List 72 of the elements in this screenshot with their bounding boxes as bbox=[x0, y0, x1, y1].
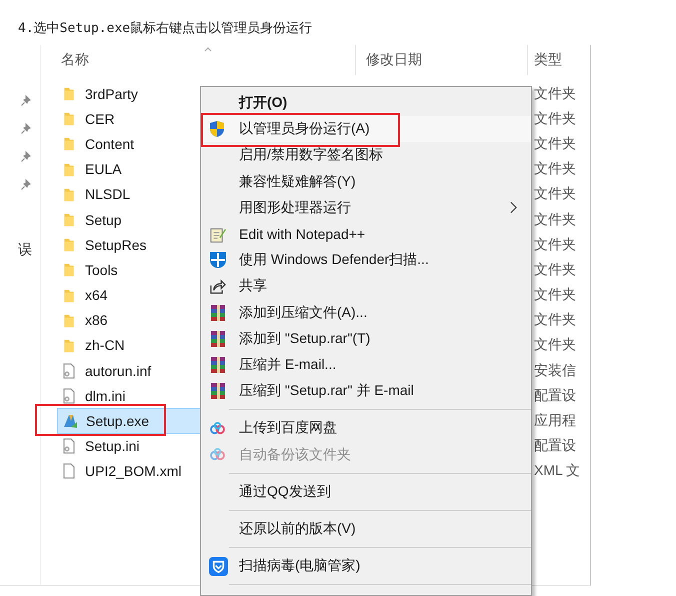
menu-item[interactable]: 用图形处理器运行 bbox=[201, 194, 531, 221]
file-name: 3rdParty bbox=[85, 86, 138, 102]
menu-item[interactable]: 添加到 "Setup.rar"(T) bbox=[201, 326, 531, 352]
menu-item[interactable]: 兼容性疑难解答(Y) bbox=[201, 168, 531, 195]
file-type: 配置设 bbox=[534, 386, 576, 403]
pin-icon[interactable] bbox=[20, 95, 32, 107]
file-name: zh-CN bbox=[85, 337, 125, 354]
file-name: Tools bbox=[85, 262, 118, 278]
file-name: Setup.exe bbox=[86, 413, 150, 430]
file-name: UPI2_BOM.xml bbox=[85, 463, 182, 480]
file-type: 文件夹 bbox=[534, 311, 576, 328]
pin-icon[interactable] bbox=[20, 151, 32, 163]
menu-item[interactable]: 打开(O) bbox=[201, 90, 531, 116]
app-icon bbox=[62, 413, 78, 430]
menu-item[interactable]: 共享 bbox=[201, 273, 531, 300]
file-type: 文件夹 bbox=[534, 236, 576, 252]
file-type: 配置设 bbox=[534, 437, 576, 454]
pin-icon[interactable] bbox=[20, 123, 32, 135]
settings-file-icon bbox=[61, 438, 77, 454]
file-type: 文件夹 bbox=[534, 160, 576, 176]
file-name: Content bbox=[85, 136, 134, 152]
file-name: dlm.ini bbox=[85, 388, 126, 404]
books-stack-icon bbox=[209, 330, 227, 348]
cloud-icon bbox=[209, 422, 226, 435]
file-name: x64 bbox=[85, 287, 108, 304]
books-stack-icon bbox=[209, 356, 227, 374]
share-icon bbox=[209, 278, 226, 295]
column-header[interactable]: 类型 bbox=[534, 51, 562, 69]
file-type: 文件夹 bbox=[534, 260, 576, 277]
file-type: 文件夹 bbox=[534, 84, 576, 101]
file-name: Setup.ini bbox=[85, 438, 140, 454]
notepad-icon bbox=[209, 226, 226, 243]
file-name: Setup bbox=[85, 212, 122, 228]
shield-icon bbox=[209, 556, 228, 576]
menu-item[interactable]: 启用/禁用数字签名图标 bbox=[201, 142, 531, 169]
file-type: 文件夹 bbox=[534, 134, 576, 151]
settings-file-icon bbox=[61, 388, 77, 404]
file-type: XML 文 bbox=[534, 462, 580, 478]
menu-item[interactable]: 压缩到 "Setup.rar" 并 E-mail bbox=[201, 378, 531, 404]
file-type: 安装信 bbox=[534, 362, 576, 378]
sort-caret-icon bbox=[204, 47, 212, 52]
pin-icon[interactable] bbox=[20, 179, 32, 191]
column-header[interactable]: 修改日期 bbox=[366, 51, 422, 69]
file-icon bbox=[61, 463, 77, 480]
shield-icon bbox=[209, 251, 227, 270]
shield-icon bbox=[209, 120, 225, 138]
menu-item[interactable]: 添加到压缩文件(A)... bbox=[201, 300, 531, 326]
file-type: 文件夹 bbox=[534, 336, 576, 352]
books-stack-icon bbox=[209, 382, 227, 400]
file-name: SetupRes bbox=[85, 236, 146, 253]
file-name: EULA bbox=[85, 161, 122, 178]
file-name: CER bbox=[85, 110, 115, 127]
step-caption: 4.选中Setup.exe鼠标右键点击以管理员身份运行 bbox=[17, 20, 314, 38]
file-name: autorun.inf bbox=[85, 362, 152, 379]
file-type: 应用程 bbox=[534, 412, 576, 428]
file-type: 文件夹 bbox=[534, 210, 576, 227]
column-header[interactable]: 名称 bbox=[61, 51, 89, 69]
cloud-icon bbox=[209, 448, 226, 462]
menu-item[interactable]: Edit with Notepad++ bbox=[201, 220, 531, 248]
file-type: 文件夹 bbox=[534, 110, 576, 126]
books-stack-icon bbox=[209, 304, 227, 322]
menu-item[interactable]: 扫描病毒(电脑管家) bbox=[201, 553, 531, 580]
file-name: NLSDL bbox=[85, 186, 130, 202]
menu-item[interactable]: 使用 Windows Defender扫描... bbox=[201, 247, 531, 274]
file-name: x86 bbox=[85, 312, 108, 328]
settings-file-icon bbox=[61, 362, 77, 379]
menu-item[interactable]: 还原以前的版本(V) bbox=[201, 516, 531, 542]
menu-item[interactable]: 通过QQ发送到 bbox=[201, 478, 531, 505]
file-type: 文件夹 bbox=[534, 286, 576, 302]
menu-item[interactable]: 压缩并 E-mail... bbox=[201, 352, 531, 378]
nav-item-text[interactable]: 误 bbox=[18, 241, 38, 259]
file-type: 文件夹 bbox=[534, 185, 576, 202]
